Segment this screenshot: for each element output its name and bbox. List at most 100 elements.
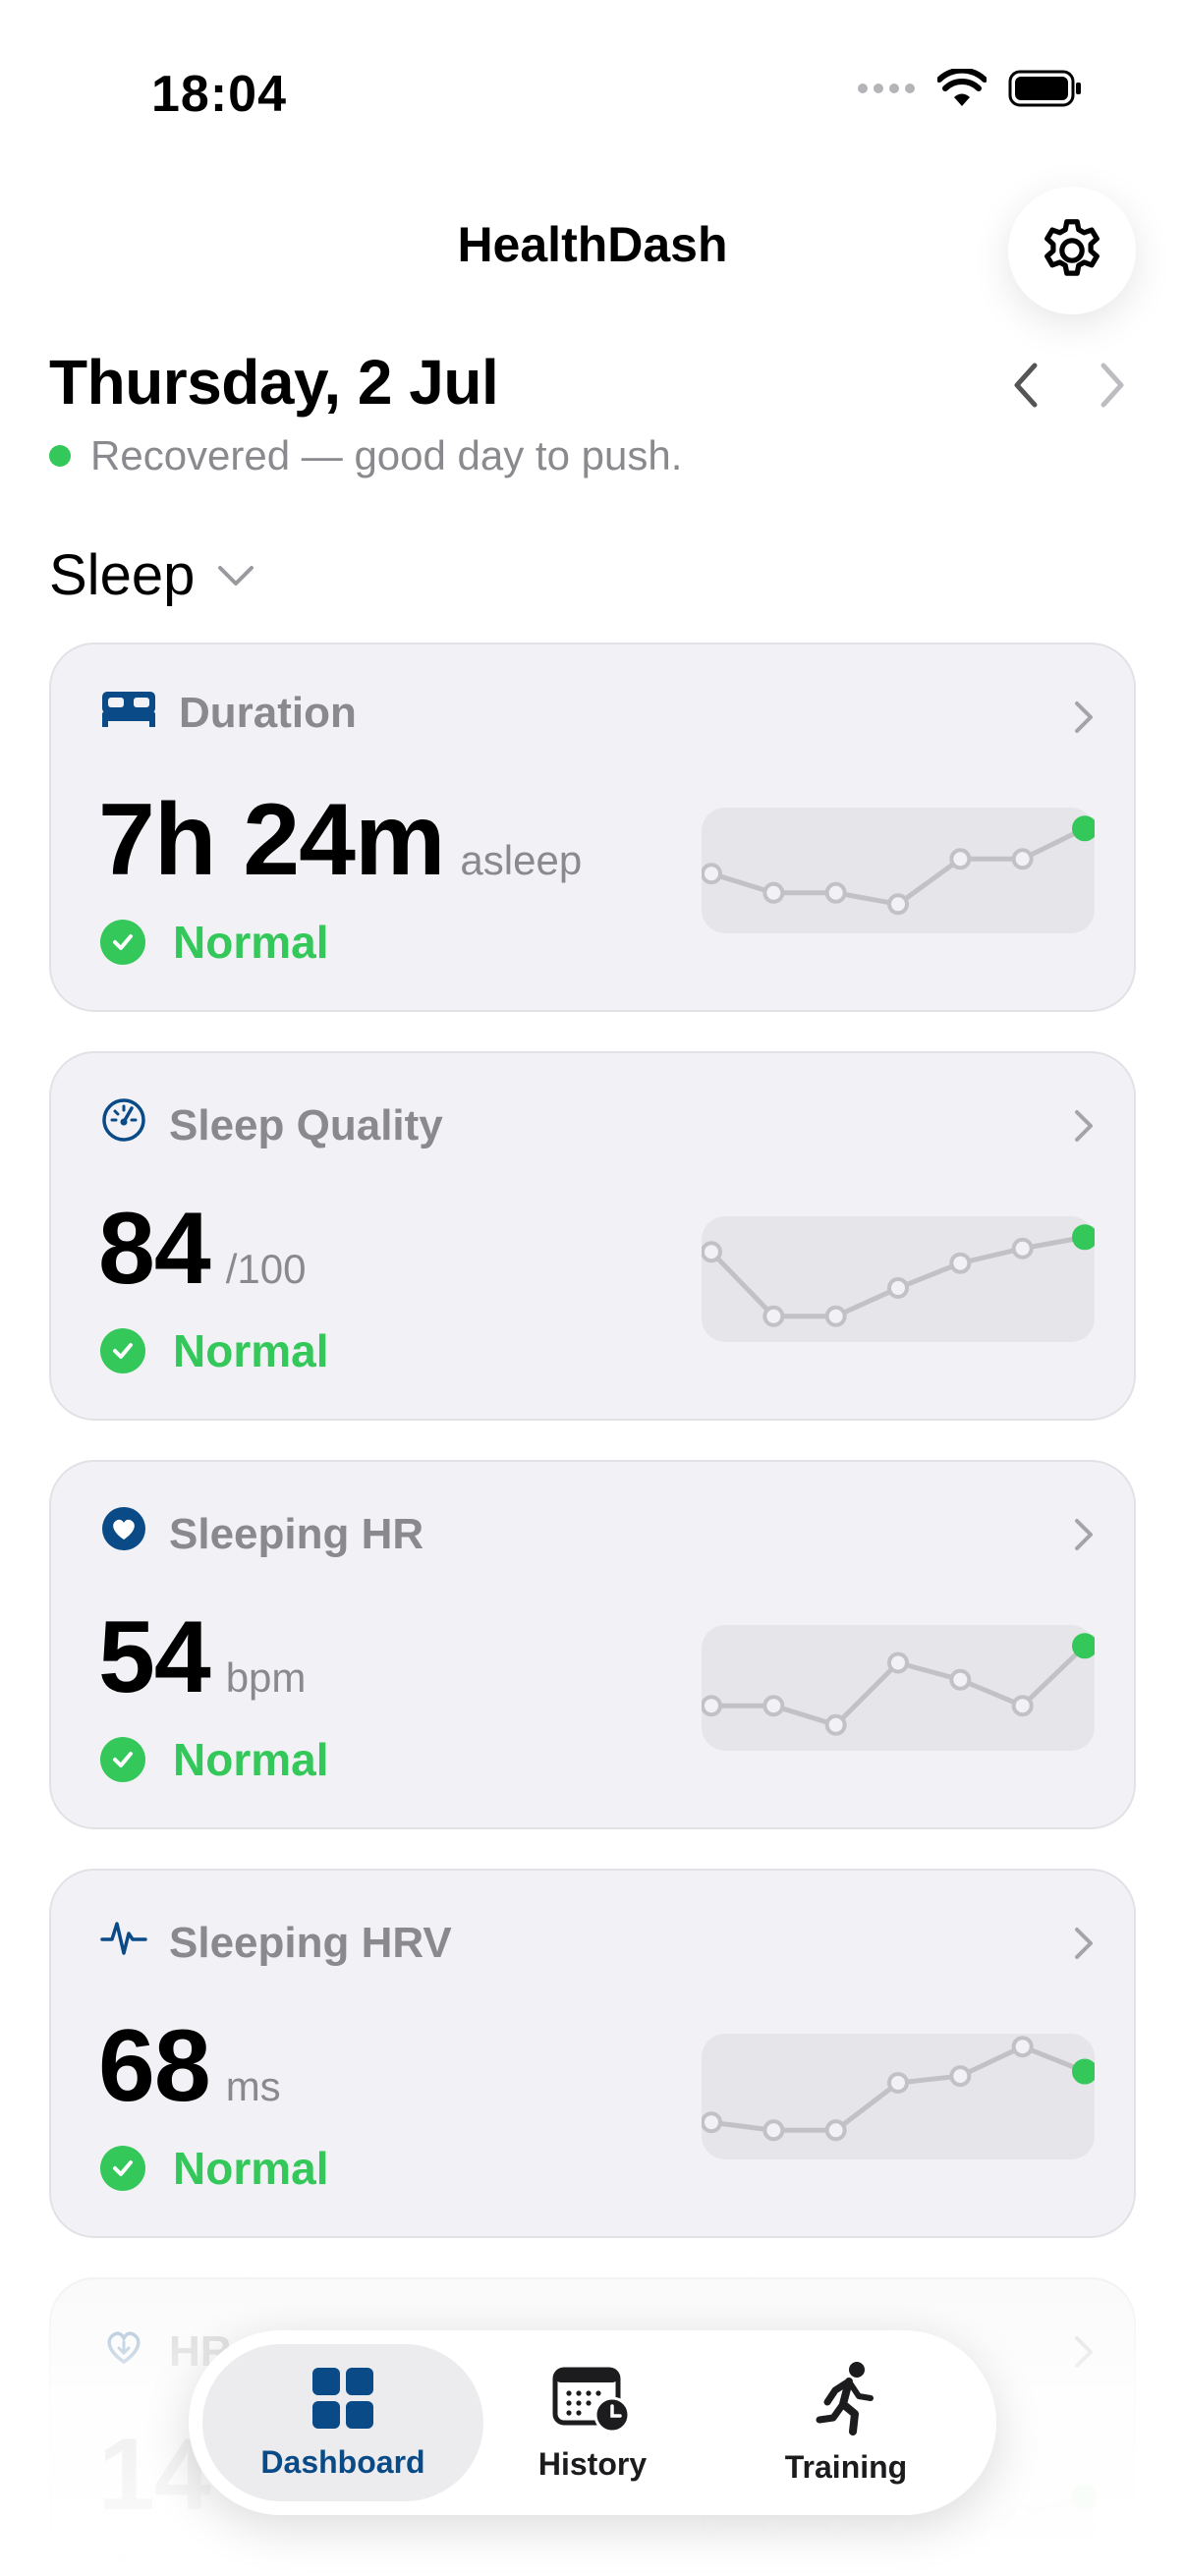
trend-sparkline	[702, 2034, 1095, 2159]
status-time: 18:04	[151, 66, 287, 123]
sparkline-point	[949, 1668, 972, 1691]
chevron-right-icon	[1075, 1928, 1093, 1959]
sparkline-point	[762, 2119, 785, 2142]
sparkline-point	[702, 1241, 722, 1263]
next-day-button[interactable]	[1089, 356, 1136, 415]
wifi-icon	[937, 69, 987, 106]
tab-training[interactable]: Training	[705, 2344, 987, 2501]
sparkline-point	[762, 1695, 785, 1717]
metric-card[interactable]: Sleeping HR 54 bpm Normal	[49, 1460, 1136, 1829]
sparkline-point	[762, 1305, 785, 1327]
sparkline-point	[887, 2072, 909, 2094]
sparkline-point	[702, 1695, 722, 1717]
metric-card[interactable]: Sleep Quality 84 /100 Normal	[49, 1051, 1136, 1421]
tab-history-label: History	[537, 2445, 648, 2482]
metric-value: 68	[98, 2009, 211, 2123]
sparkline-point	[949, 2065, 972, 2088]
metric-value: 84	[98, 1192, 211, 1306]
sparkline-point	[1011, 1237, 1034, 1260]
metric-value: 7h 24m	[98, 783, 445, 897]
metric-unit: bpm	[225, 1654, 307, 1701]
tab-history[interactable]: History	[452, 2344, 733, 2501]
sparkline-point	[1011, 1695, 1034, 1717]
date-nav	[1002, 356, 1136, 415]
sparkline-latest-point	[1072, 815, 1095, 842]
header: HealthDash	[0, 187, 1185, 314]
status-dot	[49, 445, 71, 467]
sparkline-point	[949, 1252, 972, 1274]
sparkline-point	[1011, 2036, 1034, 2058]
card-value: 68 ms	[98, 2008, 281, 2125]
status-text: Normal	[173, 1325, 329, 1376]
card-value: 84 /100	[98, 1191, 306, 1308]
status-icons	[857, 69, 1083, 108]
date-row: Thursday, 2 Jul	[49, 346, 1136, 424]
metric-card[interactable]: Duration 7h 24m asleep Normal	[49, 643, 1136, 1012]
checkmark-icon	[100, 1737, 145, 1782]
running-icon	[816, 2361, 874, 2436]
card-label-text: Sleeping HR	[169, 1509, 424, 1558]
status-text: Normal	[173, 2143, 329, 2194]
sparkline-latest-point	[1072, 1633, 1095, 1659]
chevron-left-icon	[1014, 363, 1038, 408]
card-label: Duration	[100, 688, 357, 738]
card-label-text: Sleep Quality	[169, 1100, 443, 1149]
chevron-right-icon	[1100, 363, 1124, 408]
trend-sparkline	[702, 1625, 1095, 1751]
sparkline-point	[824, 1305, 847, 1327]
settings-button[interactable]	[1008, 187, 1136, 314]
card-label: Sleeping HRV	[100, 1914, 452, 1972]
signal-icon	[858, 84, 915, 93]
tab-dashboard[interactable]: Dashboard	[202, 2344, 483, 2501]
metric-unit: /100	[225, 1246, 307, 1292]
chevron-down-icon	[218, 565, 254, 586]
trend-sparkline	[702, 808, 1095, 933]
sparkline-point	[702, 2111, 722, 2134]
card-value: 7h 24m asleep	[98, 782, 582, 899]
sparkline-background	[702, 1625, 1095, 1751]
battery-icon	[1008, 70, 1081, 107]
metric-value: 54	[98, 1600, 211, 1714]
sparkline-point	[1011, 848, 1034, 870]
card-label: Sleep Quality	[100, 1096, 443, 1154]
metric-unit: asleep	[460, 837, 583, 883]
sparkline-point	[762, 881, 785, 904]
recovery-status: Recovered — good day to push.	[49, 432, 682, 479]
checkmark-icon	[100, 1328, 145, 1373]
date-title: Thursday, 2 Jul	[49, 347, 499, 418]
status-bar: 18:04	[0, 0, 1185, 187]
trend-sparkline	[702, 1216, 1095, 1342]
sparkline-point	[824, 881, 847, 904]
sparkline-point	[949, 848, 972, 870]
chevron-right-icon	[1075, 1519, 1093, 1550]
checkmark-icon	[100, 2146, 145, 2191]
status-badge: Normal	[100, 1733, 328, 1786]
status-badge: Normal	[100, 916, 328, 969]
heart-icon	[100, 1505, 147, 1563]
sparkline-point	[887, 1277, 909, 1299]
chevron-right-icon	[1075, 701, 1093, 733]
calendar-clock-icon	[552, 2367, 631, 2433]
card-label: Sleeping HR	[100, 1505, 423, 1563]
sparkline-point	[887, 893, 909, 916]
app-title: HealthDash	[457, 217, 728, 272]
section-title: Sleep	[49, 543, 196, 607]
sparkline-point	[824, 1713, 847, 1736]
tab-training-label: Training	[784, 2448, 908, 2485]
sparkline-latest-point	[1072, 1224, 1095, 1251]
status-text: Normal	[173, 1734, 329, 1785]
section-selector[interactable]: Sleep	[49, 542, 255, 608]
card-label-text: Sleeping HRV	[169, 1918, 452, 1967]
checkmark-icon	[100, 920, 145, 965]
bed-icon	[100, 688, 157, 738]
previous-day-button[interactable]	[1002, 356, 1049, 415]
sparkline-point	[702, 863, 722, 885]
card-label-text: Duration	[179, 688, 357, 737]
sparkline-latest-point	[1072, 2058, 1095, 2085]
tab-dashboard-label: Dashboard	[260, 2443, 425, 2480]
tab-bar: Dashboard History Training	[189, 2330, 996, 2515]
metric-card[interactable]: Sleeping HRV 68 ms Normal	[49, 1869, 1136, 2238]
metric-unit: ms	[225, 2063, 281, 2109]
gauge-icon	[100, 1096, 147, 1154]
card-value: 54 bpm	[98, 1599, 306, 1716]
